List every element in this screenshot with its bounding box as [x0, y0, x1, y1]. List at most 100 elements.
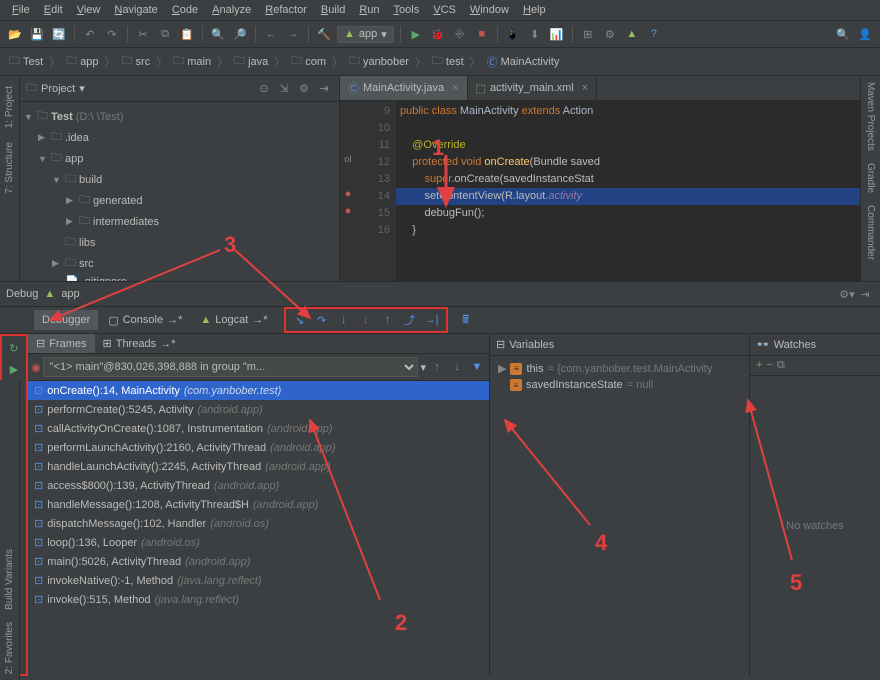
show-exec-point-icon[interactable]: ↘	[290, 311, 310, 329]
paste-icon[interactable]: 📋	[178, 25, 196, 43]
duplicate-watch-icon[interactable]: ⧉	[777, 359, 785, 372]
step-into-icon[interactable]: ↓	[334, 311, 354, 329]
scroll-from-icon[interactable]: ⊙	[255, 80, 273, 98]
menu-view[interactable]: View	[71, 2, 107, 18]
stack-frame[interactable]: ⊡ dispatchMessage():102, Handler (androi…	[28, 514, 489, 533]
tab-console[interactable]: ▢ Console →*	[100, 310, 190, 331]
stop-icon[interactable]: ■	[473, 25, 491, 43]
forward-icon[interactable]: →	[284, 25, 302, 43]
breadcrumb-item[interactable]: 🗀 src	[119, 51, 154, 72]
stack-frame[interactable]: ⊡ performLaunchActivity():2160, Activity…	[28, 438, 489, 457]
prev-frame-icon[interactable]: ↑	[428, 358, 446, 376]
tab-threads[interactable]: ⊞ Threads →*	[95, 334, 184, 353]
structure-icon[interactable]: ⊞	[579, 25, 597, 43]
menu-run[interactable]: Run	[353, 2, 385, 18]
stack-frame[interactable]: ⊡ handleMessage():1208, ActivityThread$H…	[28, 495, 489, 514]
find-icon[interactable]: 🔍	[209, 25, 227, 43]
variables-tree[interactable]: ▶≡ this = {com.yanbober.test.MainActivit…	[490, 356, 749, 676]
stack-frame[interactable]: ⊡ main():5026, ActivityThread (android.a…	[28, 552, 489, 571]
stack-frame[interactable]: ⊡ loop():136, Looper (android.os)	[28, 533, 489, 552]
menu-code[interactable]: Code	[166, 2, 204, 18]
breadcrumb-item[interactable]: Ⓒ MainActivity	[484, 53, 563, 71]
run-to-cursor-icon[interactable]: →|	[422, 311, 442, 329]
menu-analyze[interactable]: Analyze	[206, 2, 257, 18]
stack-frame[interactable]: ⊡ onCreate():14, MainActivity (com.yanbo…	[28, 381, 489, 400]
tool-tab[interactable]: 7: Structure	[2, 136, 17, 200]
stack-frame[interactable]: ⊡ invoke():515, Method (java.lang.reflec…	[28, 590, 489, 609]
tab-frames[interactable]: ⊟ Frames	[28, 334, 95, 353]
open-icon[interactable]: 📂	[6, 25, 24, 43]
resume-icon[interactable]: ▶	[4, 359, 24, 379]
tool-tab[interactable]: Build Variants	[2, 543, 17, 616]
filter-icon[interactable]: ▼	[468, 358, 486, 376]
stack-frame[interactable]: ⊡ callActivityOnCreate():1087, Instrumen…	[28, 419, 489, 438]
tab-mainactivity[interactable]: ⒸMainActivity.java×	[340, 76, 468, 100]
menu-tools[interactable]: Tools	[388, 2, 426, 18]
menu-refactor[interactable]: Refactor	[259, 2, 313, 18]
remove-watch-icon[interactable]: −	[766, 359, 772, 372]
rerun-icon[interactable]: ↻	[4, 338, 24, 358]
breadcrumb-item[interactable]: 🗀 test	[429, 51, 467, 72]
menu-window[interactable]: Window	[464, 2, 515, 18]
gutter[interactable]: 910111213141516	[356, 101, 396, 281]
avd-icon[interactable]: 📱	[504, 25, 522, 43]
tool-tab[interactable]: Maven Projects	[863, 76, 878, 157]
tool-tab[interactable]: 2: Favorites	[2, 616, 17, 680]
add-watch-icon[interactable]: +	[756, 359, 762, 372]
back-icon[interactable]: ←	[262, 25, 280, 43]
chevron-down-icon[interactable]: ▾	[420, 361, 426, 374]
tab-activity-main[interactable]: ⬚activity_main.xml×	[468, 76, 598, 100]
menu-help[interactable]: Help	[517, 2, 552, 18]
breadcrumb-item[interactable]: 🗀 main	[170, 51, 214, 72]
make-icon[interactable]: 🔨	[315, 25, 333, 43]
tab-debugger[interactable]: Debugger	[34, 310, 98, 330]
tool-tab[interactable]: Gradle	[863, 157, 878, 199]
hide-icon[interactable]: ⇥	[856, 285, 874, 303]
save-icon[interactable]: 💾	[28, 25, 46, 43]
menu-edit[interactable]: Edit	[38, 2, 69, 18]
copy-icon[interactable]: ⧉	[156, 25, 174, 43]
monitor-icon[interactable]: 📊	[548, 25, 566, 43]
evaluate-icon[interactable]: 🖩	[456, 311, 476, 329]
breadcrumb-item[interactable]: 🗀 com	[288, 51, 329, 72]
menu-vcs[interactable]: VCS	[427, 2, 462, 18]
collapse-icon[interactable]: ⇲	[275, 80, 293, 98]
force-step-into-icon[interactable]: ↓	[356, 311, 376, 329]
gear-icon[interactable]: ⚙▾	[838, 285, 856, 303]
breadcrumb-item[interactable]: 🗀 app	[63, 51, 101, 72]
breadcrumb-item[interactable]: 🗀 java	[231, 51, 271, 72]
sync-icon[interactable]: 🔄	[50, 25, 68, 43]
project-tree[interactable]: ▼🗀 Test (D:\ \Test) ▶🗀 .idea ▼🗀 app ▼🗀 b…	[20, 102, 339, 281]
settings-icon[interactable]: ⚙	[601, 25, 619, 43]
tool-tab[interactable]: Commander	[863, 199, 878, 266]
step-over-icon[interactable]: ↷	[312, 311, 332, 329]
hide-icon[interactable]: ⇥	[315, 80, 333, 98]
tool-tab[interactable]: 1: Project	[2, 80, 17, 134]
step-out-icon[interactable]: ↑	[378, 311, 398, 329]
menu-file[interactable]: File	[6, 2, 36, 18]
close-icon[interactable]: ×	[582, 82, 588, 94]
drop-frame-icon[interactable]: ⤴	[400, 311, 420, 329]
breadcrumb-item[interactable]: 🗀 Test	[6, 51, 46, 72]
breadcrumb-item[interactable]: 🗀 yanbober	[346, 51, 412, 72]
sdk-icon[interactable]: ⬇	[526, 25, 544, 43]
search-everywhere-icon[interactable]: 🔍	[834, 25, 852, 43]
run-config-selector[interactable]: ▲ app ▾	[337, 26, 394, 43]
next-frame-icon[interactable]: ↓	[448, 358, 466, 376]
cut-icon[interactable]: ✂	[134, 25, 152, 43]
menu-navigate[interactable]: Navigate	[108, 2, 163, 18]
close-icon[interactable]: ×	[452, 82, 458, 94]
stack-frame[interactable]: ⊡ performCreate():5245, Activity (androi…	[28, 400, 489, 419]
chevron-down-icon[interactable]: ▾	[79, 82, 85, 95]
stack-frame[interactable]: ⊡ handleLaunchActivity():2245, ActivityT…	[28, 457, 489, 476]
gear-icon[interactable]: ⚙	[295, 80, 313, 98]
thread-selector[interactable]: "<1> main"@830,026,398,888 in group "m..…	[43, 357, 419, 377]
tab-logcat[interactable]: ▲ Logcat →*	[192, 310, 275, 330]
replace-icon[interactable]: 🔎	[231, 25, 249, 43]
redo-icon[interactable]: ↷	[103, 25, 121, 43]
help-icon[interactable]: ?	[645, 25, 663, 43]
stack-frame[interactable]: ⊡ access$800():139, ActivityThread (andr…	[28, 476, 489, 495]
undo-icon[interactable]: ↶	[81, 25, 99, 43]
debug-icon[interactable]: 🐞	[429, 25, 447, 43]
run-icon[interactable]: ▶	[407, 25, 425, 43]
